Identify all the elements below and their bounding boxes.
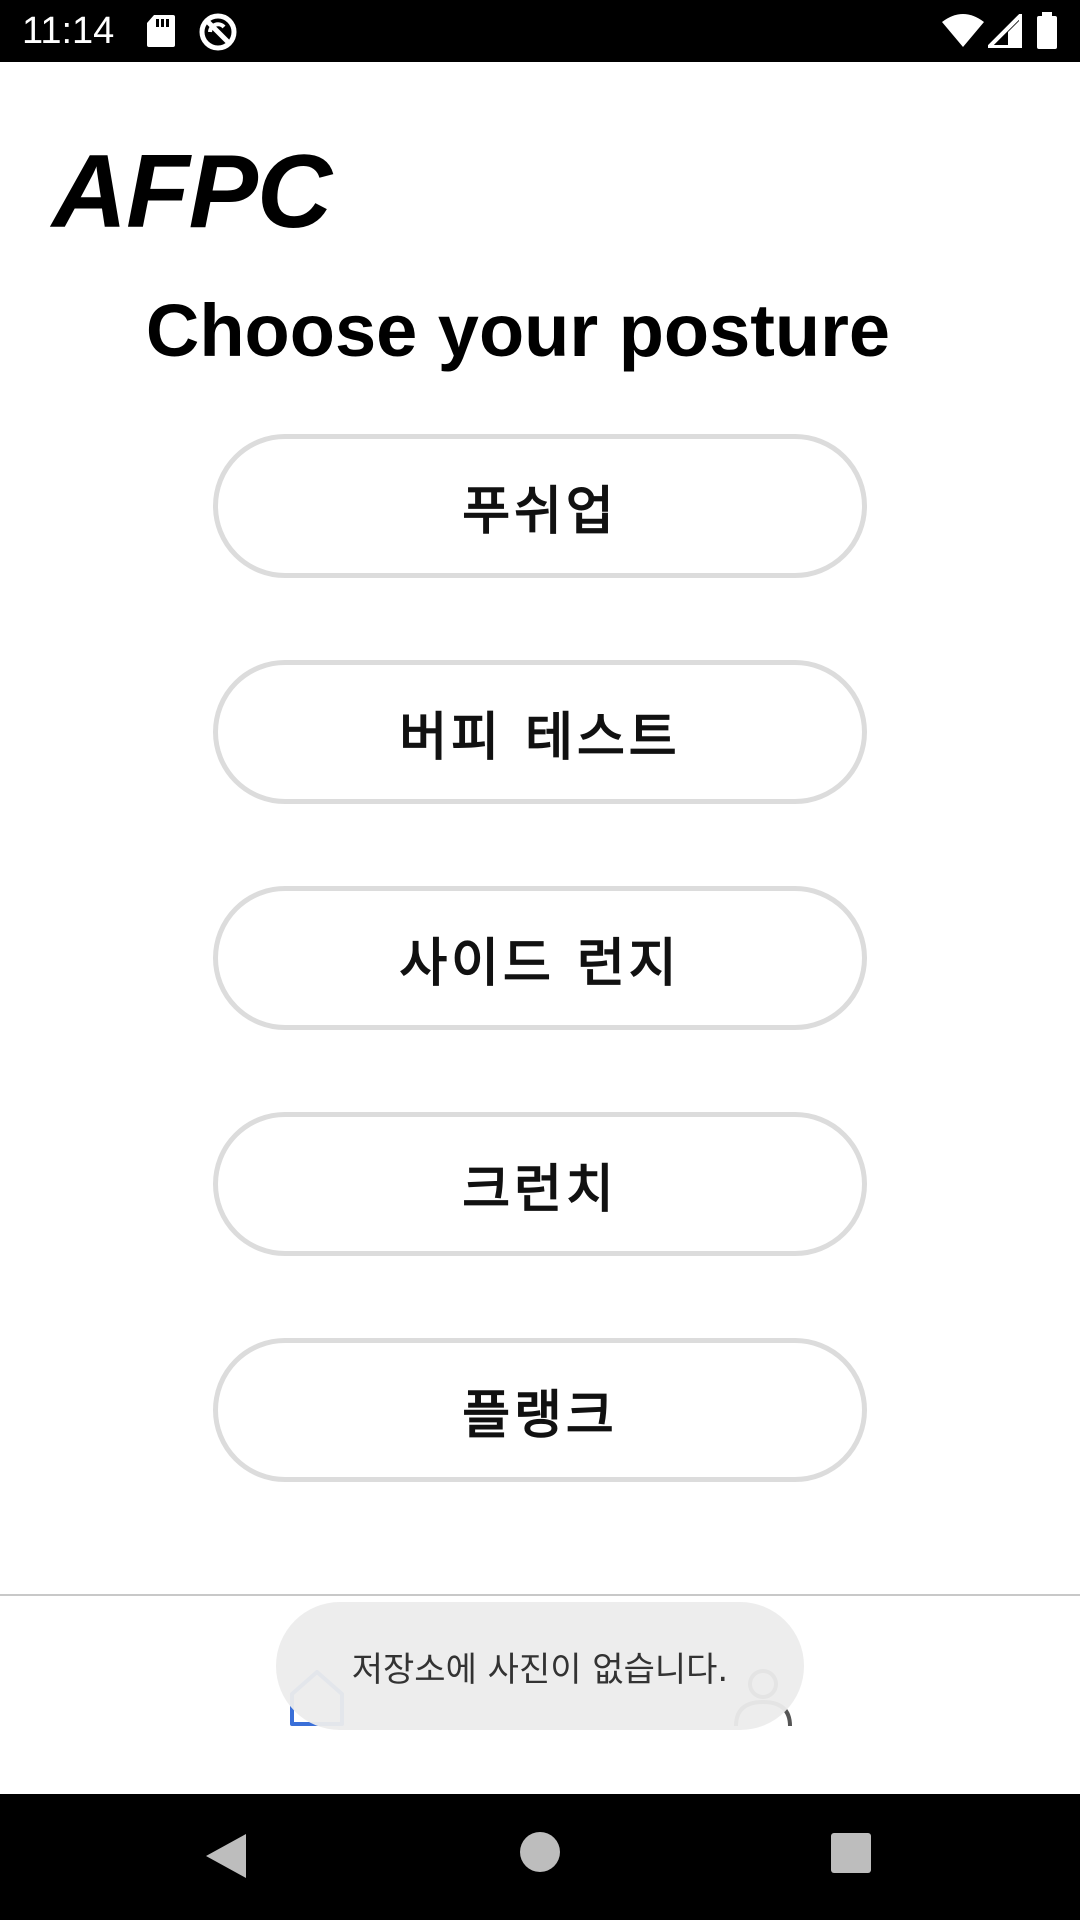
side-lunge-button[interactable]: 사이드 런지 [213, 886, 867, 1030]
status-time: 11:14 [22, 10, 115, 52]
toast-text: 저장소에 사진이 없습니다. [351, 1649, 729, 1690]
posture-button-label: 사이드 런지 [399, 933, 681, 994]
crunch-button[interactable]: 크런치 [213, 1112, 867, 1256]
posture-button-label: 버피 테스트 [399, 707, 681, 768]
back-icon[interactable] [202, 1830, 250, 1886]
burpee-test-button[interactable]: 버피 테스트 [213, 660, 867, 804]
app-title: AFPC [52, 134, 332, 250]
toast-message: 저장소에 사진이 없습니다. [276, 1602, 804, 1730]
battery-icon [1036, 12, 1058, 54]
cellular-signal-icon [987, 13, 1023, 52]
plank-button[interactable]: 플랭크 [213, 1338, 867, 1482]
page-title: Choose your posture [145, 289, 891, 372]
sync-disabled-icon [198, 12, 238, 56]
bottom-nav-divider [0, 1594, 1080, 1596]
wifi-icon [942, 14, 984, 52]
pushup-button[interactable]: 푸쉬업 [213, 434, 867, 578]
posture-button-label: 푸쉬업 [462, 481, 618, 542]
posture-button-label: 크런치 [462, 1159, 618, 1220]
status-bar: 11:14 [0, 0, 1080, 62]
home-circle-icon[interactable] [518, 1830, 562, 1878]
sd-card-icon [146, 14, 176, 52]
recents-icon[interactable] [830, 1832, 872, 1878]
posture-button-label: 플랭크 [462, 1385, 618, 1446]
system-nav-bar [0, 1794, 1080, 1920]
